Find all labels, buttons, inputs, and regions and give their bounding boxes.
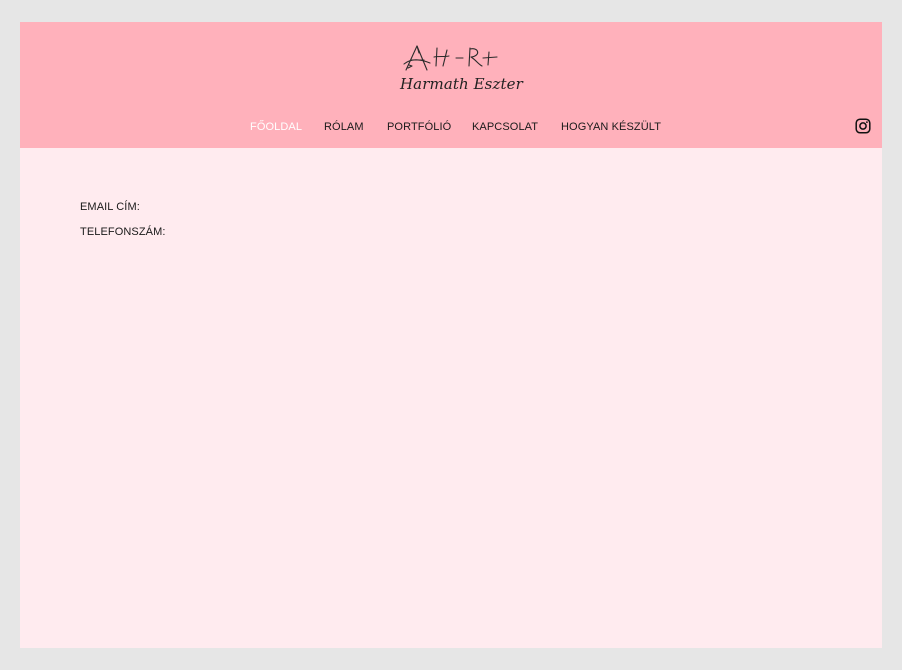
logo-name: Harmath Eszter xyxy=(400,75,523,93)
nav-item-about[interactable]: RÓLAM xyxy=(324,120,364,134)
nav-item-portfolio[interactable]: PORTFÓLIÓ xyxy=(387,120,451,134)
phone-label: TELEFONSZÁM: xyxy=(80,226,166,238)
nav-item-how-made[interactable]: HOGYAN KÉSZÜLT xyxy=(561,120,661,134)
main-navigation: FŐOLDAL RÓLAM PORTFÓLIÓ KAPCSOLAT HOGYAN… xyxy=(20,120,882,136)
instagram-icon[interactable] xyxy=(855,118,871,134)
logo-mark-icon xyxy=(403,45,498,71)
site-logo[interactable]: Harmath Eszter xyxy=(400,44,523,100)
contact-info: EMAIL CÍM: TELEFONSZÁM: xyxy=(80,200,166,239)
email-label: EMAIL CÍM: xyxy=(80,201,140,213)
nav-item-home[interactable]: FŐOLDAL xyxy=(250,120,302,134)
page-container: Harmath Eszter FŐOLDAL RÓLAM PORTFÓLIÓ K… xyxy=(20,22,882,648)
site-header: Harmath Eszter FŐOLDAL RÓLAM PORTFÓLIÓ K… xyxy=(20,22,882,148)
nav-item-contact[interactable]: KAPCSOLAT xyxy=(472,120,538,134)
